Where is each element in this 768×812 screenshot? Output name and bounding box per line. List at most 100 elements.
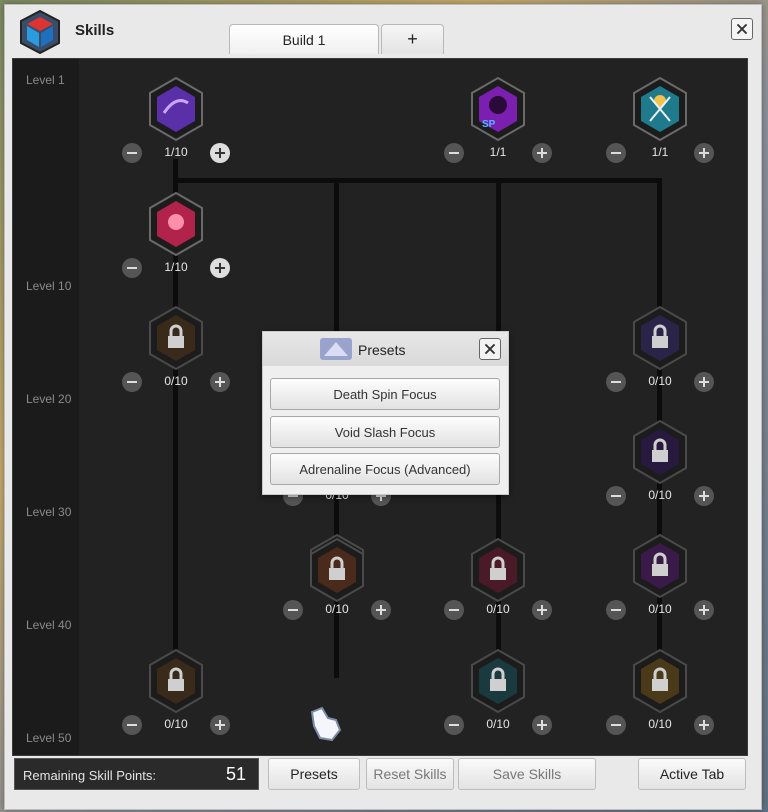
- presets-dialog: Presets Death Spin Focus Void Slash Focu…: [262, 331, 509, 495]
- plus-icon[interactable]: [209, 714, 231, 736]
- minus-icon[interactable]: [605, 371, 627, 393]
- skill-icon[interactable]: [148, 77, 204, 141]
- reset-skills-button[interactable]: Reset Skills: [366, 758, 454, 790]
- locked-skill-icon[interactable]: [632, 306, 688, 370]
- add-tab-button[interactable]: +: [381, 24, 444, 54]
- connector-line: [173, 178, 659, 183]
- hand-cursor-icon: [310, 706, 342, 742]
- plus-icon[interactable]: [693, 485, 715, 507]
- presets-dialog-title: Presets: [358, 342, 406, 358]
- plus-icon[interactable]: [693, 714, 715, 736]
- locked-skill-icon[interactable]: [632, 420, 688, 484]
- minus-icon[interactable]: [605, 714, 627, 736]
- level-label: Level 50: [26, 731, 72, 745]
- skill-counter: 1/10: [121, 140, 231, 164]
- plus-icon[interactable]: [531, 714, 553, 736]
- close-icon[interactable]: [479, 338, 501, 360]
- skill-icon[interactable]: [632, 77, 688, 141]
- skill-node-c4-r3: 0/10: [606, 306, 714, 406]
- minus-icon[interactable]: [121, 371, 143, 393]
- minus-icon[interactable]: [605, 599, 627, 621]
- skill-counter: 1/10: [121, 255, 231, 279]
- minus-icon[interactable]: [121, 257, 143, 279]
- skill-node-c1-r6: 0/10: [122, 649, 230, 749]
- skill-level-count: 1/1: [651, 145, 669, 159]
- skill-level-count: 0/10: [164, 374, 188, 388]
- skill-counter: 0/10: [605, 369, 715, 393]
- skill-icon[interactable]: SP: [470, 77, 526, 141]
- skill-node-c3-r1: SP 1/1: [444, 77, 552, 177]
- level-column: Level 1 Level 10 Level 20 Level 30 Level…: [13, 59, 79, 755]
- minus-icon[interactable]: [443, 714, 465, 736]
- locked-skill-icon[interactable]: [148, 649, 204, 713]
- skill-level-count: 1/1: [489, 145, 507, 159]
- minus-icon[interactable]: [605, 485, 627, 507]
- skill-counter: 1/1: [605, 140, 715, 164]
- skill-node-c4-r1: 1/1: [606, 77, 714, 177]
- minus-icon[interactable]: [282, 599, 304, 621]
- plus-icon[interactable]: [693, 599, 715, 621]
- save-skills-button[interactable]: Save Skills: [458, 758, 596, 790]
- skill-node-c4-r6: 0/10: [606, 649, 714, 749]
- locked-skill-icon[interactable]: [632, 534, 688, 598]
- window-title: Skills: [75, 22, 115, 39]
- locked-skill-icon[interactable]: [309, 538, 365, 602]
- minus-icon[interactable]: [443, 599, 465, 621]
- skill-node-c4-r5: 0/10: [606, 534, 714, 634]
- minus-icon[interactable]: [605, 142, 627, 164]
- locked-skill-icon[interactable]: [632, 649, 688, 713]
- skill-level-count: 0/10: [164, 717, 188, 731]
- plus-icon[interactable]: [370, 599, 392, 621]
- plus-icon[interactable]: [209, 257, 231, 279]
- locked-skill-icon[interactable]: [470, 538, 526, 602]
- plus-icon[interactable]: [531, 599, 553, 621]
- skill-icon[interactable]: [148, 192, 204, 256]
- skill-counter: 0/10: [121, 712, 231, 736]
- minus-icon[interactable]: [121, 714, 143, 736]
- skill-cube-icon: [20, 9, 60, 55]
- remaining-points: Remaining Skill Points: 51: [14, 758, 259, 790]
- minus-icon[interactable]: [121, 142, 143, 164]
- skill-node-c4-r4: 0/10: [606, 420, 714, 520]
- remaining-points-value: 51: [225, 764, 246, 784]
- skill-level-count: 0/10: [648, 717, 672, 731]
- plus-icon[interactable]: [693, 371, 715, 393]
- locked-skill-icon[interactable]: [470, 649, 526, 713]
- presets-button[interactable]: Presets: [268, 758, 360, 790]
- skill-counter: 0/10: [605, 483, 715, 507]
- level-label: Level 10: [26, 279, 72, 293]
- skill-counter: 1/1: [443, 140, 553, 164]
- active-tab-button[interactable]: Active Tab: [638, 758, 746, 790]
- remaining-points-label: Remaining Skill Points:: [23, 768, 156, 783]
- preset-option-adrenaline[interactable]: Adrenaline Focus (Advanced): [270, 453, 500, 485]
- title-bar: Skills Build 1 +: [5, 5, 761, 59]
- close-icon[interactable]: [731, 18, 753, 40]
- level-label: Level 20: [26, 392, 72, 406]
- level-label: Level 40: [26, 618, 72, 632]
- skill-counter: 0/10: [605, 712, 715, 736]
- skill-level-count: 1/10: [164, 145, 188, 159]
- presets-crystal-icon: [320, 338, 352, 360]
- preset-option-death-spin[interactable]: Death Spin Focus: [270, 378, 500, 410]
- skill-node-c1-r3: 0/10: [122, 306, 230, 406]
- plus-icon[interactable]: [209, 371, 231, 393]
- sp-badge: SP: [482, 119, 496, 130]
- skill-counter: 0/10: [605, 597, 715, 621]
- bottom-bar: Remaining Skill Points: 51 Presets Reset…: [14, 756, 748, 796]
- minus-icon[interactable]: [443, 142, 465, 164]
- preset-option-void-slash[interactable]: Void Slash Focus: [270, 416, 500, 448]
- plus-icon[interactable]: [693, 142, 715, 164]
- skill-level-count: 0/10: [648, 602, 672, 616]
- level-label: Level 1: [26, 73, 65, 87]
- level-label: Level 30: [26, 505, 72, 519]
- skill-node-c1-r1: 1/10: [122, 77, 230, 177]
- skill-level-count: 0/10: [648, 374, 672, 388]
- plus-icon[interactable]: [209, 142, 231, 164]
- skill-counter: 0/10: [443, 712, 553, 736]
- plus-icon[interactable]: [531, 142, 553, 164]
- tab-build-1[interactable]: Build 1: [229, 24, 379, 54]
- skill-level-count: 0/10: [486, 717, 510, 731]
- skill-node-c2-r5-icon: [302, 534, 372, 634]
- skill-counter: 0/10: [121, 369, 231, 393]
- locked-skill-icon[interactable]: [148, 306, 204, 370]
